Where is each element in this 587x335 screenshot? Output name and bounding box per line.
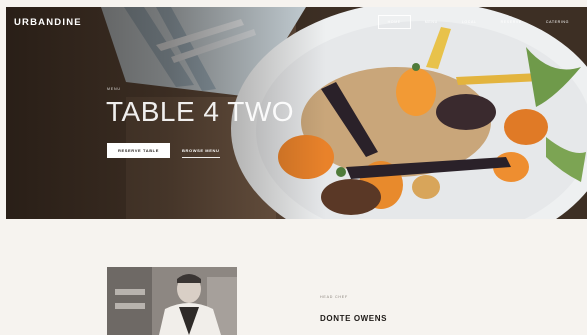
nav-item-catering[interactable]: CATERING xyxy=(536,15,579,29)
page: URBANDINE HOME MENU LOCAL RESERVE CATERI… xyxy=(0,0,587,335)
chef-section: HEAD CHEF DONTE OWENS xyxy=(0,219,587,335)
brand-logo[interactable]: URBANDINE xyxy=(14,17,82,28)
hero-overlay xyxy=(6,7,587,219)
nav-item-reserve[interactable]: RESERVE xyxy=(491,15,532,29)
chef-name: DONTE OWENS xyxy=(320,314,388,323)
main-nav: HOME MENU LOCAL RESERVE CATERING xyxy=(377,15,579,29)
chef-eyebrow: HEAD CHEF xyxy=(320,295,348,299)
browse-menu-link[interactable]: BROWSE MENU xyxy=(182,144,220,158)
nav-item-menu[interactable]: MENU xyxy=(415,15,448,29)
hero-eyebrow: MENU xyxy=(107,87,121,91)
chef-photo xyxy=(107,267,237,335)
hero-banner: URBANDINE HOME MENU LOCAL RESERVE CATERI… xyxy=(6,7,587,219)
hero-actions: RESERVE TABLE BROWSE MENU xyxy=(107,143,220,158)
nav-item-local[interactable]: LOCAL xyxy=(452,15,487,29)
reserve-table-button[interactable]: RESERVE TABLE xyxy=(107,143,170,158)
hero-title: TABLE 4 TWO xyxy=(106,96,295,127)
nav-item-home[interactable]: HOME xyxy=(377,15,411,29)
